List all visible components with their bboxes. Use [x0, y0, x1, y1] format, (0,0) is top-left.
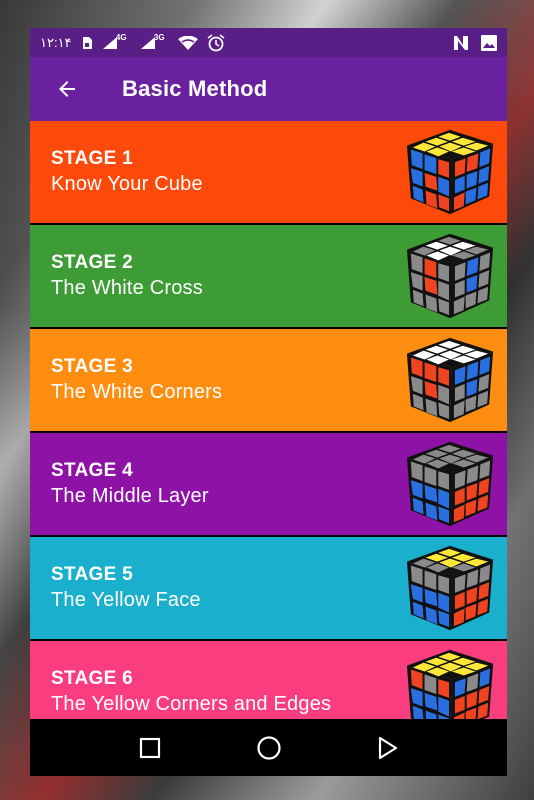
status-bar: ۱۲:۱۴ 4G 3G: [30, 28, 507, 57]
clock: ۱۲:۱۴: [40, 34, 72, 50]
stage-name: The White Corners: [51, 381, 223, 403]
stage-card-4[interactable]: STAGE 4 The Middle Layer: [30, 433, 507, 535]
stage-list: STAGE 1 Know Your Cube STAGE 2 The White…: [30, 121, 507, 719]
wifi-icon: [177, 35, 198, 50]
recents-square-icon: [139, 737, 160, 758]
cube-icon: [406, 441, 494, 527]
stage-name: The Yellow Face: [51, 589, 201, 611]
alarm-icon: [207, 33, 225, 52]
signal-icon: 4G: [102, 33, 127, 50]
stage-number: STAGE 2: [51, 252, 133, 273]
stage-name: Know Your Cube: [51, 173, 203, 195]
stage-number: STAGE 3: [51, 356, 133, 377]
sim-icon: [81, 36, 93, 50]
stage-number: STAGE 5: [51, 564, 133, 585]
stage-card-3[interactable]: STAGE 3 The White Corners: [30, 329, 507, 431]
stage-card-2[interactable]: STAGE 2 The White Cross: [30, 225, 507, 327]
back-triangle-icon: [378, 736, 397, 759]
cube-icon: [406, 649, 494, 719]
stage-card-1[interactable]: STAGE 1 Know Your Cube: [30, 121, 507, 223]
arrow-left-icon: [59, 81, 75, 97]
phone-screen: ۱۲:۱۴ 4G 3G Basic Method STAGE 1 Know Yo…: [30, 28, 507, 776]
stage-name: The Yellow Corners and Edges: [51, 693, 332, 715]
stage-number: STAGE 4: [51, 460, 133, 481]
stage-name: The Middle Layer: [51, 485, 209, 507]
stage-number: STAGE 6: [51, 668, 133, 689]
gallery-icon: [481, 34, 497, 51]
recents-button[interactable]: [130, 728, 170, 768]
cube-icon: [406, 337, 494, 423]
app-bar: Basic Method: [30, 57, 507, 121]
signal-icon: 3G: [140, 33, 165, 50]
page-title: Basic Method: [122, 76, 268, 101]
home-circle-icon: [256, 735, 281, 760]
back-button[interactable]: [39, 61, 95, 117]
back-nav-button[interactable]: [368, 728, 408, 768]
stage-number: STAGE 1: [51, 148, 133, 169]
navigation-bar: [30, 719, 507, 776]
cube-icon: [406, 545, 494, 631]
stage-card-6[interactable]: STAGE 6 The Yellow Corners and Edges: [30, 641, 507, 719]
cube-icon: [406, 129, 494, 215]
home-button[interactable]: [249, 728, 289, 768]
n-app-icon: [453, 35, 469, 51]
cube-icon: [406, 233, 494, 319]
stage-name: The White Cross: [51, 277, 203, 299]
stage-card-5[interactable]: STAGE 5 The Yellow Face: [30, 537, 507, 639]
